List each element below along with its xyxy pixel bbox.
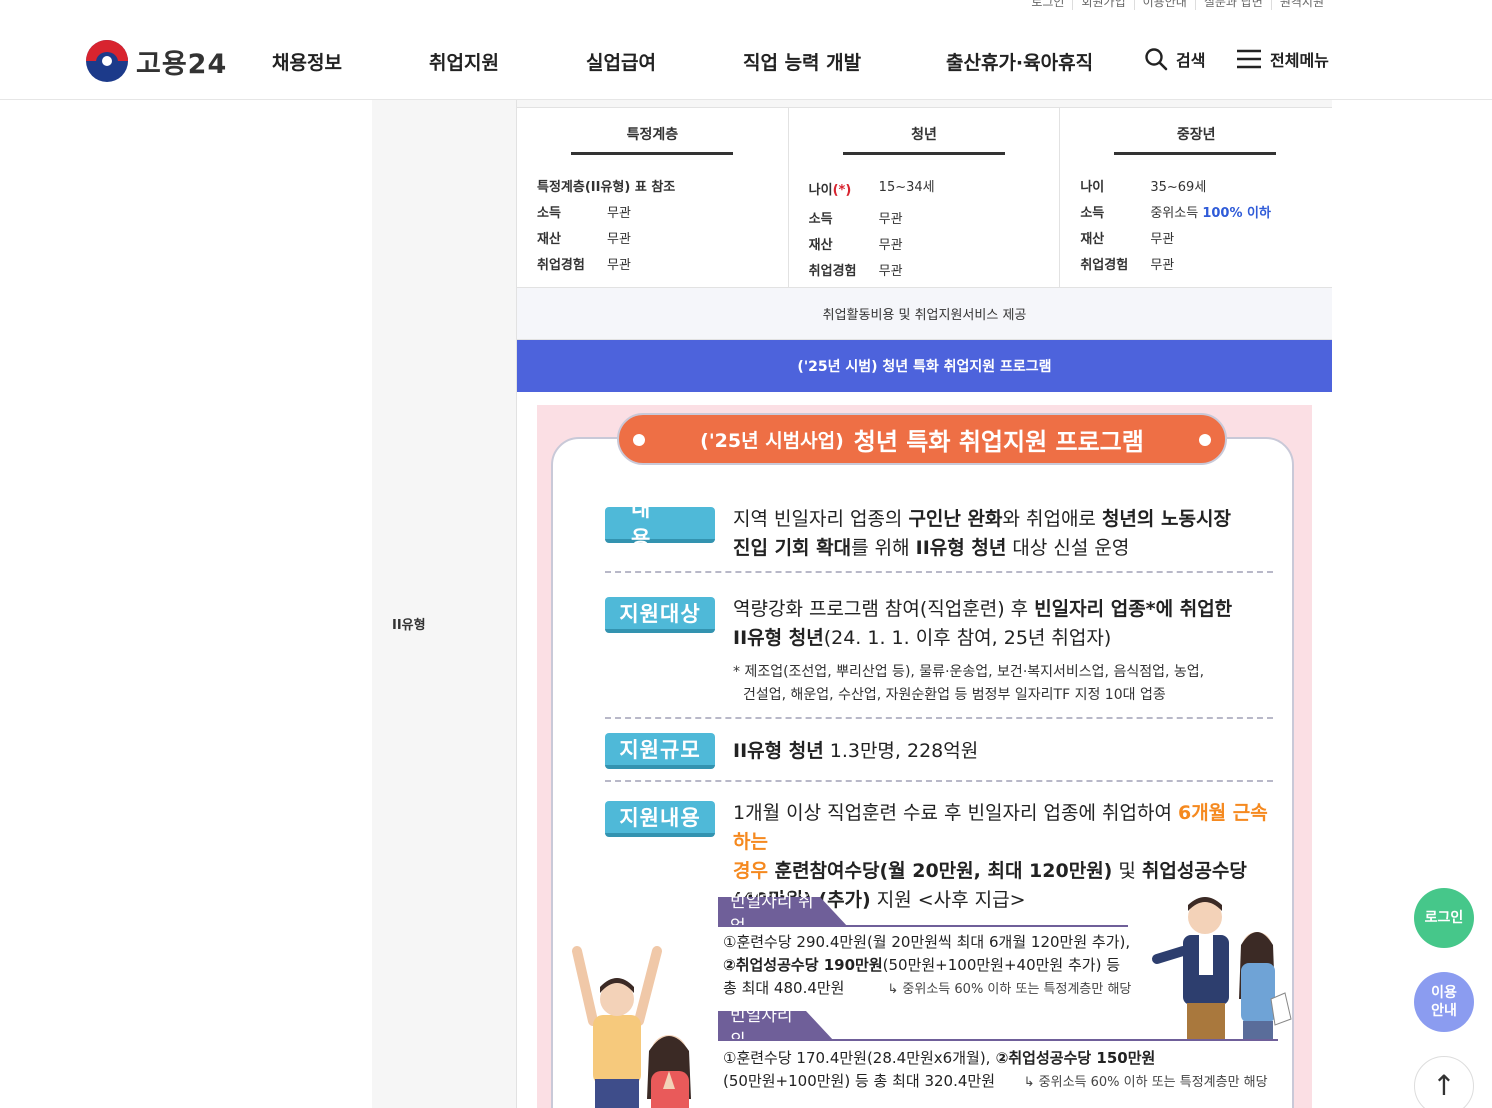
criteria-value: 중위소득 xyxy=(1150,205,1199,221)
hamburger-icon xyxy=(1237,49,1261,69)
criteria-value: 무관 xyxy=(607,205,631,221)
group-title: 청년 xyxy=(911,127,937,143)
group-criteria: 나이(*) 15~34세 소득 무관 재산 무관 취업경험 무관 xyxy=(809,172,935,282)
criteria-key: 소득 xyxy=(808,211,833,227)
section-tag: 지원내용 xyxy=(605,801,715,837)
arrow-up-icon: ↑ xyxy=(1432,1069,1456,1102)
global-header: 고용24 채용정보 취업지원 실업급여 직업 능력 개발 출산휴가·육아휴직 검… xyxy=(0,0,1492,100)
top-strip xyxy=(517,100,1332,108)
logo-text: 고용24 xyxy=(136,48,228,80)
nav-item-employment-support[interactable]: 취업지원 xyxy=(429,48,586,75)
criteria-value: 무관 xyxy=(878,211,903,227)
site-logo[interactable]: 고용24 xyxy=(86,40,227,82)
all-menu-label: 전체메뉴 xyxy=(1270,51,1329,70)
criteria-value: 35~69세 xyxy=(1150,179,1207,195)
criteria-value: 무관 xyxy=(607,257,631,273)
vacant-job-line xyxy=(718,925,1128,927)
criteria-key: 재산 xyxy=(537,231,561,247)
vacant-job-detail: ①훈련수당 290.4만원(월 20만원씩 최대 6개월 120만원 추가), … xyxy=(723,933,1132,997)
criteria-key: 나이 xyxy=(1080,179,1105,195)
program-banner: ('25년 시범) 청년 특화 취업지원 프로그램 xyxy=(517,340,1332,392)
title-dot xyxy=(1199,434,1211,446)
poster-card: 내용 지역 빈일자리 업종의 구인난 완화와 취업애로 청년의 노동시장 진입 … xyxy=(551,437,1294,1108)
row-type-label: II유형 xyxy=(392,618,426,633)
other-job-line xyxy=(718,1039,1278,1041)
search-button[interactable]: 검색 xyxy=(1144,47,1205,71)
section-tag: 지원규모 xyxy=(605,733,715,769)
criteria-key: 나이 xyxy=(808,182,833,198)
group-title-underline xyxy=(1114,152,1277,155)
vacant-job-tag: 빈일자리 취업 xyxy=(718,892,848,937)
nav-item-skills-development[interactable]: 직업 능력 개발 xyxy=(743,48,946,75)
group-criteria: 특정계층(II유형) 표 참조 소득 무관 재산 무관 취업경험 무관 xyxy=(537,172,675,276)
divider xyxy=(605,780,1273,782)
criteria-key: 취업경험 xyxy=(537,257,585,273)
service-row: 취업활동비용 및 취업지원서비스 제공 xyxy=(517,288,1332,340)
section-tag: 지원대상 xyxy=(605,597,715,633)
section-note: * 제조업(조선업, 뿌리산업 등), 물류·운송업, 보건·복지서비스업, 음… xyxy=(733,664,1205,703)
criteria-reference: 특정계층(II유형) 표 참조 xyxy=(537,179,676,195)
criteria-key: 소득 xyxy=(1080,205,1105,221)
scroll-top-button[interactable]: ↑ xyxy=(1414,1056,1474,1108)
group-special: 특정계층 특정계층(II유형) 표 참조 소득 무관 재산 무관 취업경험 무관 xyxy=(517,108,789,288)
floating-guide-button[interactable]: 이용 안내 xyxy=(1414,972,1474,1032)
criteria-key: 취업경험 xyxy=(808,263,857,279)
criteria-value: 무관 xyxy=(1150,257,1175,273)
poster-title: ('25년 시범사업) 청년 특화 취업지원 프로그램 xyxy=(617,413,1227,465)
criteria-value: 무관 xyxy=(1150,231,1175,247)
criteria-value: 15~34세 xyxy=(878,179,935,195)
cheering-people-illustration xyxy=(572,946,691,1108)
criteria-value: 무관 xyxy=(878,263,903,279)
nav-item-jobs[interactable]: 채용정보 xyxy=(272,48,429,75)
floating-login-button[interactable]: 로그인 xyxy=(1414,888,1474,948)
group-title: 중장년 xyxy=(1176,127,1216,143)
row-header-cell: II유형 xyxy=(372,100,517,1108)
group-youth: 청년 나이(*) 15~34세 소득 무관 재산 무관 취업경험 무관 xyxy=(789,108,1061,288)
search-icon xyxy=(1145,48,1168,71)
section-text: II유형 청년 1.3만명, 228억원 xyxy=(733,740,979,762)
other-job-detail: ①훈련수당 170.4만원(28.4만원x6개월), ②취업성공수당 150만원… xyxy=(723,1049,1268,1090)
program-poster: 내용 지역 빈일자리 업종의 구인난 완화와 취업애로 청년의 노동시장 진입 … xyxy=(537,405,1312,1108)
divider xyxy=(605,571,1273,573)
nav-item-parental-leave[interactable]: 출산휴가·육아휴직 xyxy=(946,48,1146,75)
section-tag: 내용 xyxy=(605,497,715,551)
all-menu-button[interactable]: 전체메뉴 xyxy=(1236,47,1329,71)
section-text: 지역 빈일자리 업종의 구인난 완화와 취업애로 청년의 노동시장 진입 기회 … xyxy=(733,508,1231,559)
criteria-key: 소득 xyxy=(537,205,561,221)
group-title: 특정계층 xyxy=(626,127,679,143)
main-nav: 채용정보 취업지원 실업급여 직업 능력 개발 출산휴가·육아휴직 xyxy=(272,48,1146,75)
age-note-marker[interactable]: (*) xyxy=(833,183,852,198)
guide-label-line2: 안내 xyxy=(1431,1003,1457,1019)
other-job-tag: 빈일자리 외 xyxy=(718,1006,834,1051)
business-people-illustration xyxy=(1152,897,1292,1039)
target-groups: 특정계층 특정계층(II유형) 표 참조 소득 무관 재산 무관 취업경험 무관 청년… xyxy=(517,108,1332,288)
row-content-cell: 특정계층 특정계층(II유형) 표 참조 소득 무관 재산 무관 취업경험 무관 청년… xyxy=(517,100,1332,1108)
taegeuk-logo-icon xyxy=(86,40,128,82)
group-title-underline xyxy=(571,152,733,155)
group-middle-aged: 중장년 나이 35~69세 소득 중위소득 100% 이하 재산 무관 취업경험 무관 xyxy=(1060,108,1332,288)
title-dot xyxy=(633,434,645,446)
guide-label-line1: 이용 xyxy=(1431,985,1457,1001)
group-criteria: 나이 35~69세 소득 중위소득 100% 이하 재산 무관 취업경험 무관 xyxy=(1080,172,1271,276)
divider xyxy=(605,717,1273,719)
criteria-key: 재산 xyxy=(1080,231,1105,247)
income-threshold: 100% 이하 xyxy=(1202,205,1271,221)
criteria-key: 취업경험 xyxy=(1080,257,1129,273)
criteria-value: 무관 xyxy=(878,237,903,253)
nav-item-unemployment-benefit[interactable]: 실업급여 xyxy=(586,48,743,75)
search-label: 검색 xyxy=(1176,51,1206,70)
section-text: 역량강화 프로그램 참여(직업훈련) 후 빈일자리 업종*에 취업한 II유형 … xyxy=(733,598,1233,649)
group-title-underline xyxy=(842,152,1005,155)
criteria-value: 무관 xyxy=(607,231,631,247)
criteria-key: 재산 xyxy=(808,237,833,253)
